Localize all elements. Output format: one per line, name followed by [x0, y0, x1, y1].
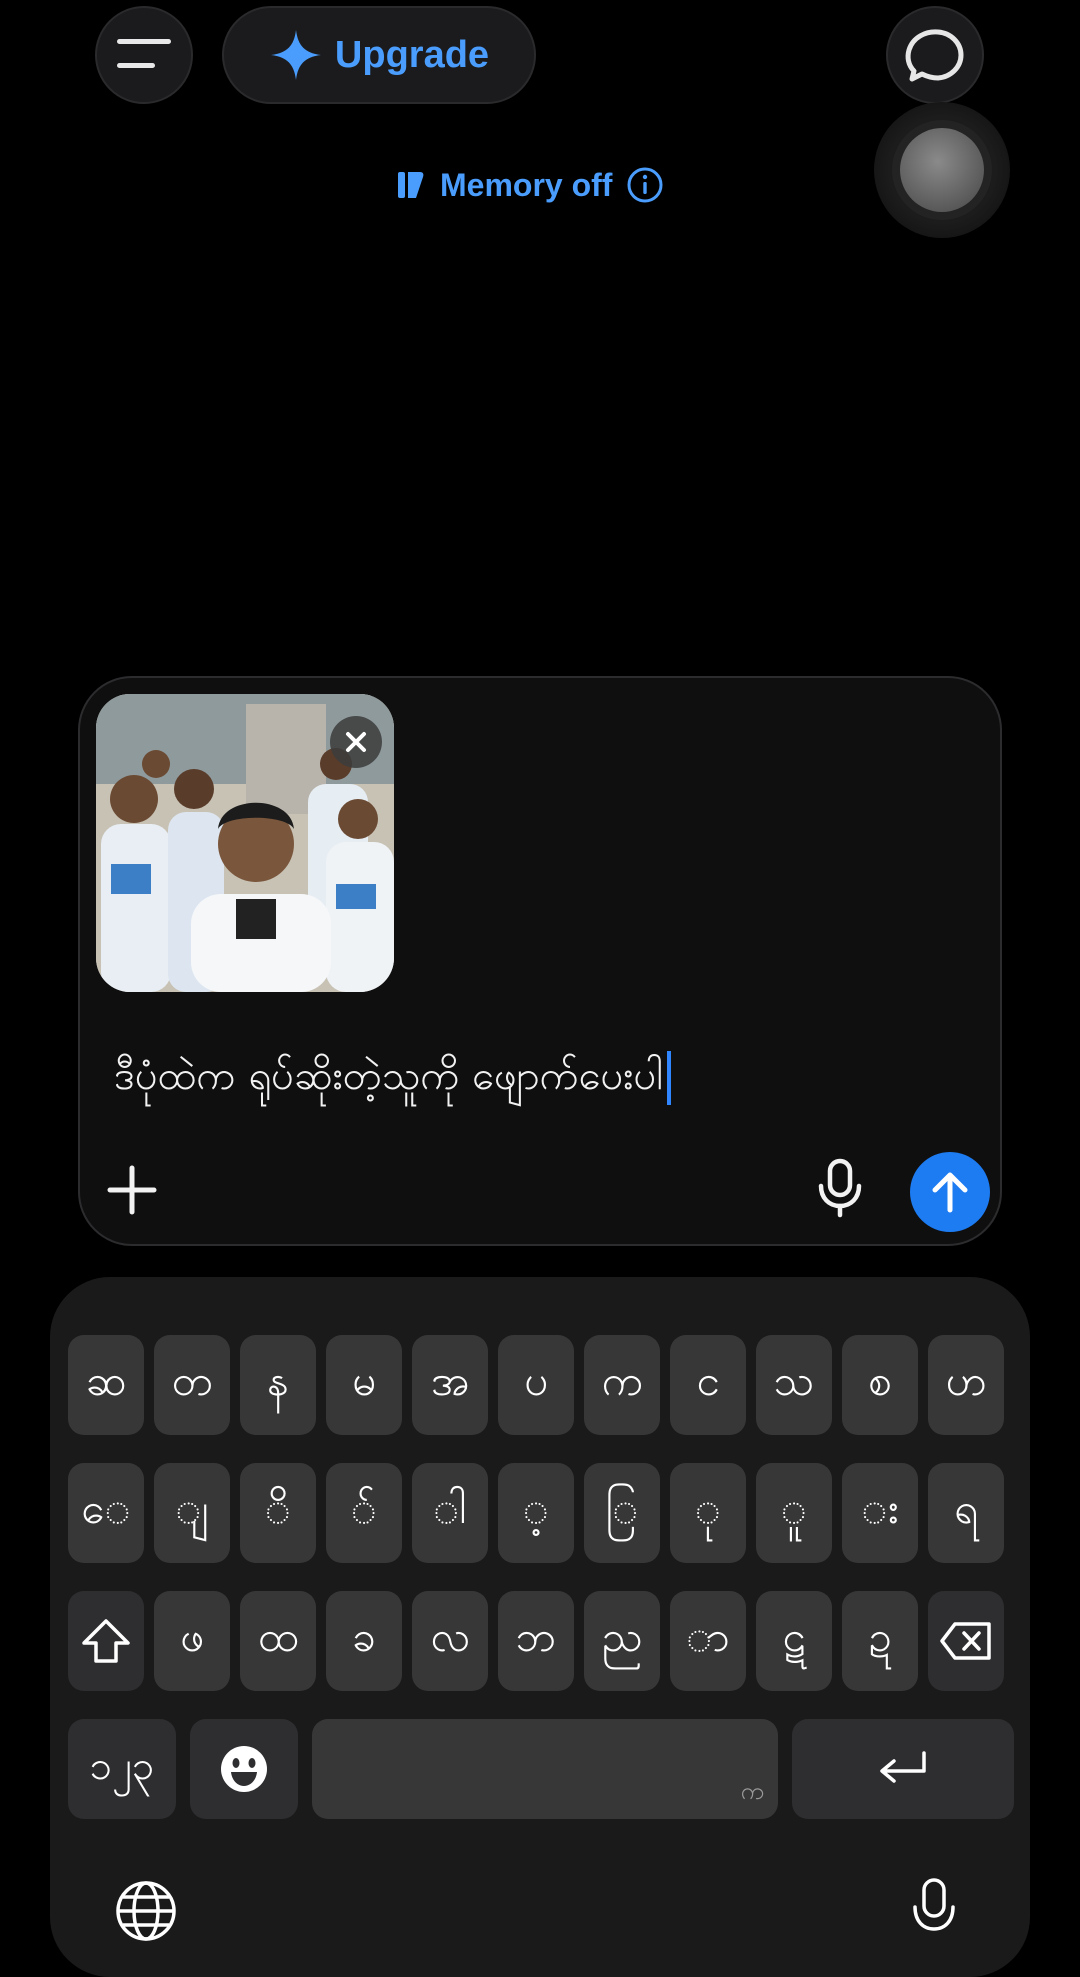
key[interactable]: ာ — [670, 1591, 746, 1691]
memory-status[interactable]: Memory off — [396, 162, 664, 208]
dictation-button[interactable] — [810, 1156, 870, 1220]
message-composer: ဒီပုံထဲက ရုပ်ဆိုးတဲ့သူကို ဖျောက်ပေးပါ — [78, 676, 1002, 1246]
space-key[interactable]: က — [312, 1719, 778, 1819]
shift-key[interactable] — [68, 1591, 144, 1691]
key[interactable]: ု — [670, 1463, 746, 1563]
onscreen-keyboard: ဆ တ န မ အ ပ က င သ စ ဟ ေ ျ ိ ် ါ ့ ြ ု ူ … — [50, 1277, 1030, 1977]
key[interactable]: န — [240, 1335, 316, 1435]
info-icon[interactable] — [626, 166, 664, 204]
text-caret — [667, 1051, 672, 1105]
key[interactable]: အ — [412, 1335, 488, 1435]
key[interactable]: ပ — [498, 1335, 574, 1435]
remove-attachment-button[interactable] — [330, 716, 382, 768]
key[interactable]: ျ — [154, 1463, 230, 1563]
key[interactable]: ဟ — [928, 1335, 1004, 1435]
key[interactable]: း — [842, 1463, 918, 1563]
key[interactable]: ဆ — [68, 1335, 144, 1435]
keyboard-dictation-icon[interactable] — [912, 1877, 956, 1941]
plus-icon — [107, 1165, 157, 1215]
key[interactable]: လ — [412, 1591, 488, 1691]
numbers-key[interactable]: ၁၂၃ — [68, 1719, 176, 1819]
key[interactable]: ထ — [240, 1591, 316, 1691]
menu-icon — [117, 39, 171, 71]
key[interactable]: ် — [326, 1463, 402, 1563]
globe-icon[interactable] — [114, 1879, 178, 1943]
arrow-up-icon — [932, 1172, 968, 1213]
key[interactable]: မ — [326, 1335, 402, 1435]
emoji-icon — [221, 1746, 267, 1792]
sparkle-icon — [270, 30, 321, 80]
key[interactable]: ဍ — [842, 1591, 918, 1691]
key[interactable]: စ — [842, 1335, 918, 1435]
key[interactable]: ရ — [928, 1463, 1004, 1563]
key[interactable]: င — [670, 1335, 746, 1435]
space-key-hint: က — [740, 1777, 764, 1805]
key[interactable]: က — [584, 1335, 660, 1435]
memory-off-icon — [398, 172, 424, 198]
menu-button[interactable] — [95, 6, 193, 104]
delete-key[interactable] — [928, 1591, 1004, 1691]
message-input-text: ဒီပုံထဲက ရုပ်ဆိုးတဲ့သူကို ဖျောက်ပေးပါ — [114, 1053, 664, 1099]
key[interactable]: ိ — [240, 1463, 316, 1563]
key[interactable]: ဋ — [756, 1591, 832, 1691]
return-icon — [880, 1751, 926, 1783]
key[interactable]: ေ — [68, 1463, 144, 1563]
upgrade-button[interactable]: Upgrade — [222, 6, 536, 104]
voice-orb-button[interactable] — [874, 102, 1010, 238]
add-attachment-button[interactable] — [106, 1164, 158, 1216]
message-input[interactable]: ဒီပုံထဲက ရုပ်ဆိုးတဲ့သူကို ဖျောက်ပေးပါ — [114, 1050, 672, 1109]
return-key[interactable] — [792, 1719, 1014, 1819]
close-icon — [346, 732, 366, 752]
new-chat-button[interactable] — [886, 6, 984, 104]
key[interactable]: ခ — [326, 1591, 402, 1691]
key[interactable]: သ — [756, 1335, 832, 1435]
chat-bubble-icon — [905, 29, 964, 82]
attached-image-thumbnail[interactable] — [96, 694, 394, 992]
upgrade-label: Upgrade — [334, 33, 490, 76]
key[interactable]: ူ — [756, 1463, 832, 1563]
key[interactable]: ည — [584, 1591, 660, 1691]
microphone-icon — [818, 1158, 862, 1218]
shift-icon — [82, 1619, 130, 1663]
key[interactable]: ဖ — [154, 1591, 230, 1691]
backspace-icon — [940, 1622, 991, 1660]
send-button[interactable] — [910, 1152, 990, 1232]
key[interactable]: ြ — [584, 1463, 660, 1563]
key[interactable]: တ — [154, 1335, 230, 1435]
memory-label: Memory off — [440, 166, 613, 203]
key[interactable]: ဘ — [498, 1591, 574, 1691]
key[interactable]: ့ — [498, 1463, 574, 1563]
key[interactable]: ါ — [412, 1463, 488, 1563]
voice-orb — [900, 128, 984, 212]
emoji-key[interactable] — [190, 1719, 298, 1819]
